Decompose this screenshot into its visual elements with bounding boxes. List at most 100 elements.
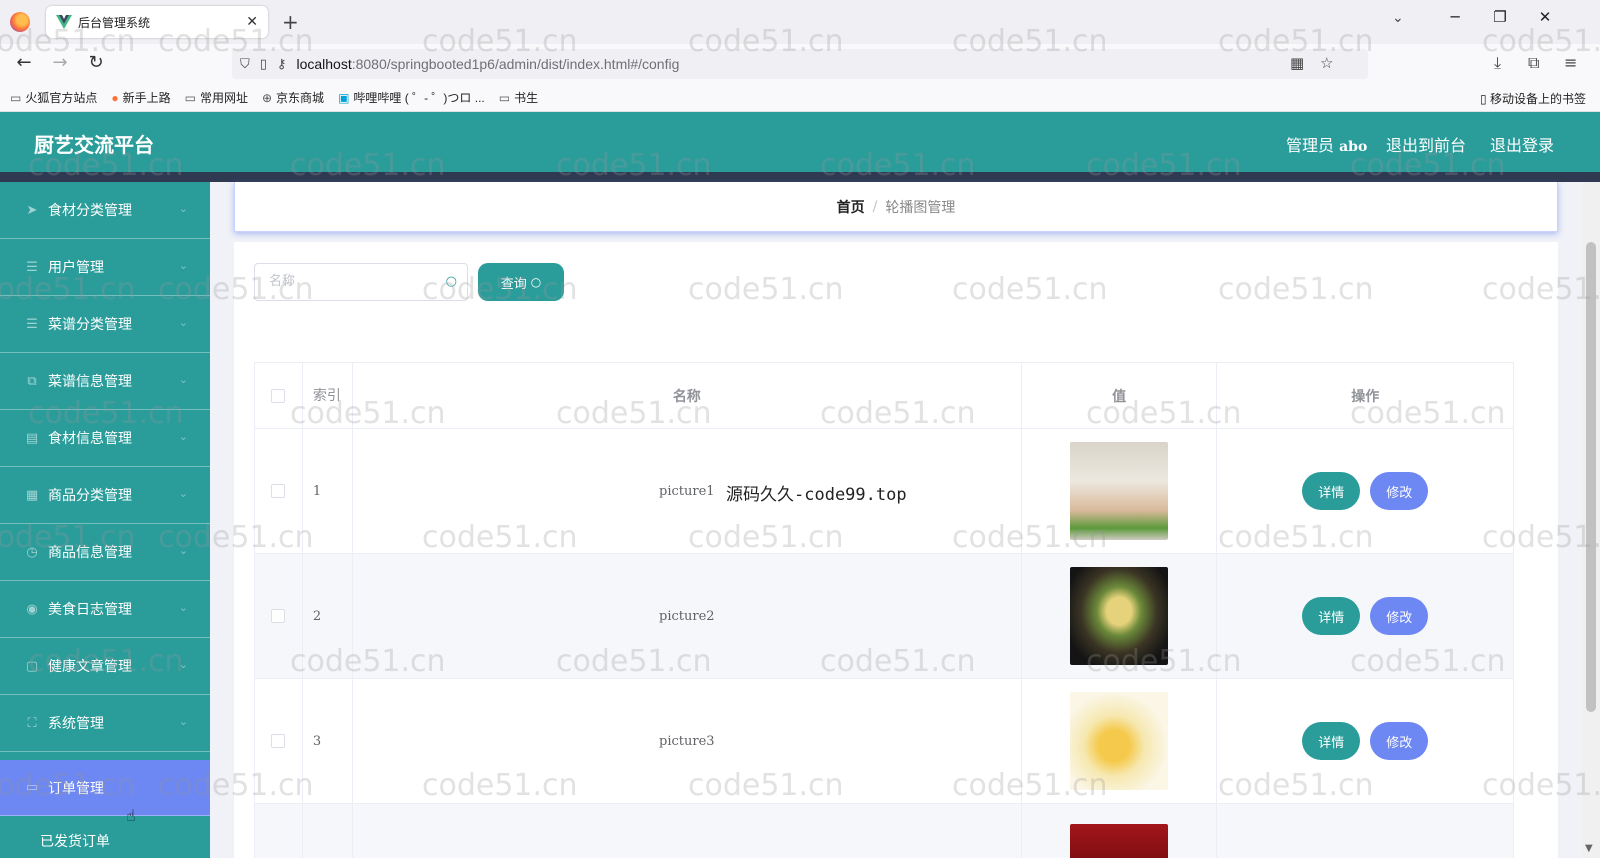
header-value: 值 [1022, 363, 1218, 428]
bookmark-item[interactable]: ▭ 书生 [499, 89, 538, 106]
close-window-icon[interactable]: ✕ [1530, 8, 1560, 26]
username: abo [1339, 139, 1368, 155]
bulb-icon: ◉ [26, 601, 38, 617]
forward-icon[interactable]: → [48, 52, 72, 73]
picture-thumbnail[interactable] [1070, 692, 1169, 790]
search-input[interactable]: 名称 ○ [254, 263, 468, 301]
sidebar-item-orders[interactable]: ▭ 订单管理 [0, 760, 210, 816]
main-content: 首页 / 轮播图管理 名称 ○ 查询 ○ 索引 名称 值 操作 1 pictur… [210, 182, 1582, 858]
detail-button[interactable]: 详情 [1302, 597, 1361, 635]
row-name: picture3 [353, 679, 1022, 803]
edit-button[interactable]: 修改 [1370, 722, 1429, 760]
bookmark-item[interactable]: ▭ 火狐官方站点 [10, 89, 97, 106]
clock-icon: ◷ [26, 544, 38, 560]
browser-nav-bar: ← → ↻ ⛉ ▯ ⚷ localhost :8080/springbooted… [0, 44, 1600, 84]
row-index: 2 [303, 554, 353, 678]
search-button[interactable]: 查询 ○ [478, 263, 564, 301]
firefox-icon: ● [111, 90, 119, 105]
sidebar-item-ingredient-info[interactable]: ▤ 食材信息管理 ⌄ [0, 410, 210, 467]
bookmark-item[interactable]: ▣ 哔哩哔哩 ( ゜- ゜)つロ ... [338, 89, 485, 106]
chevron-down-icon: ⌄ [178, 373, 188, 386]
row-checkbox[interactable] [271, 484, 286, 498]
select-all-checkbox[interactable] [271, 388, 286, 403]
extensions-icon[interactable]: ⧉ [1528, 53, 1539, 73]
sidebar: ➤ 食材分类管理 ⌄ ☰ 用户管理 ⌄ ☰ 菜谱分类管理 ⌄ ⧉ 菜谱信息管理 … [0, 182, 210, 858]
qr-code-icon[interactable]: ▦ [1290, 54, 1304, 72]
restore-icon[interactable]: ❐ [1485, 8, 1515, 26]
edit-button[interactable]: 修改 [1370, 472, 1429, 510]
chevron-down-icon: ⌄ [178, 487, 188, 500]
bookmark-item[interactable]: ▭ 常用网址 [185, 89, 248, 106]
tab-title: 后台管理系统 [78, 15, 151, 30]
chevron-down-icon: ⌄ [178, 316, 188, 329]
edit-button[interactable]: 修改 [1370, 597, 1429, 635]
breadcrumb-home[interactable]: 首页 [837, 197, 865, 217]
header-index: 索引 [303, 363, 353, 428]
folder-icon: ▭ [498, 90, 511, 105]
sidebar-subitem-shipped-orders[interactable]: 已发货订单 [0, 816, 210, 858]
app-header: 厨艺交流平台 管理员 abo 退出到前台 退出登录 [0, 112, 1600, 172]
firefox-icon[interactable] [10, 12, 30, 32]
download-icon[interactable]: ⤓ [1494, 53, 1501, 73]
app-brand: 厨艺交流平台 [34, 133, 154, 157]
list-icon: ☰ [26, 316, 38, 332]
chevron-down-icon: ⌄ [178, 544, 188, 557]
minimize-icon[interactable]: ─ [1440, 8, 1470, 26]
globe-icon: ⊕ [261, 90, 273, 105]
chevron-down-icon: ⌄ [178, 259, 188, 272]
key-icon[interactable]: ⚷ [277, 57, 287, 72]
row-checkbox[interactable] [271, 734, 286, 748]
mobile-bookmarks[interactable]: ▯ 移动设备上的书签 [1480, 90, 1586, 107]
bookmark-item[interactable]: ● 新手上路 [111, 89, 170, 106]
table-row: 2 picture2 详情 修改 [255, 554, 1513, 679]
url-host: localhost [296, 56, 352, 72]
header-ops: 操作 [1351, 388, 1380, 405]
page-scrollbar[interactable]: ▼ [1582, 182, 1600, 858]
sidebar-item-health-articles[interactable]: ▢ 健康文章管理 ⌄ [0, 638, 210, 695]
back-to-front-link[interactable]: 退出到前台 [1386, 132, 1466, 156]
sidebar-item-product-info[interactable]: ◷ 商品信息管理 ⌄ [0, 524, 210, 581]
sidebar-item-ingredient-category[interactable]: ➤ 食材分类管理 ⌄ [0, 182, 210, 239]
detail-button[interactable]: 详情 [1302, 722, 1361, 760]
chevron-down-icon: ⌄ [178, 658, 188, 671]
shield-icon[interactable]: ⛉ [240, 57, 250, 72]
url-bar[interactable]: ⛉ ▯ ⚷ localhost :8080/springbooted1p6/ad… [232, 49, 1368, 79]
search-placeholder: 名称 [269, 274, 296, 289]
scrollbar-thumb[interactable] [1586, 242, 1596, 712]
detail-button[interactable]: 详情 [1302, 472, 1361, 510]
logout-link[interactable]: 退出登录 [1490, 132, 1554, 156]
table-row-partial [255, 804, 1513, 858]
row-name: picture1 [353, 429, 1022, 553]
admin-user-label: 管理员 abo [1286, 136, 1368, 155]
back-icon[interactable]: ← [12, 52, 36, 73]
picture-thumbnail[interactable] [1070, 824, 1169, 858]
scroll-down-icon[interactable]: ▼ [1585, 843, 1593, 854]
new-tab-icon[interactable]: + [282, 10, 299, 34]
picture-thumbnail[interactable] [1070, 442, 1169, 540]
tab-list-chevron-icon[interactable]: ⌄ [1392, 10, 1404, 26]
reload-icon[interactable]: ↻ [84, 52, 108, 73]
star-icon[interactable]: ☆ [1320, 54, 1333, 72]
sidebar-item-food-log[interactable]: ◉ 美食日志管理 ⌄ [0, 581, 210, 638]
menu-icon[interactable]: ≡ [1564, 53, 1577, 72]
sidebar-item-system[interactable]: ⛶ 系统管理 ⌄ [0, 695, 210, 752]
folder-icon: ▭ [10, 90, 22, 105]
page-icon: ▯ [259, 56, 267, 72]
sidebar-item-recipe-info[interactable]: ⧉ 菜谱信息管理 ⌄ [0, 353, 210, 410]
tab-close-icon[interactable]: ✕ [246, 14, 258, 30]
content-card: 名称 ○ 查询 ○ 索引 名称 值 操作 1 picture1 详情 修改 2 … [234, 242, 1558, 858]
breadcrumb-current: 轮播图管理 [885, 199, 956, 216]
header-name: 名称 [353, 363, 1022, 428]
row-checkbox[interactable] [271, 609, 286, 623]
picture-thumbnail[interactable] [1070, 567, 1169, 665]
data-table: 索引 名称 值 操作 1 picture1 详情 修改 2 picture2 详… [254, 362, 1514, 858]
box-icon: ▦ [25, 487, 39, 503]
browser-tab[interactable]: 后台管理系统 ✕ [46, 6, 268, 38]
sidebar-item-product-category[interactable]: ▦ 商品分类管理 ⌄ [0, 467, 210, 524]
sidebar-item-recipe-category[interactable]: ☰ 菜谱分类管理 ⌄ [0, 296, 210, 353]
table-row: 3 picture3 详情 修改 [255, 679, 1513, 804]
sidebar-item-users[interactable]: ☰ 用户管理 ⌄ [0, 239, 210, 296]
folder-icon: ▭ [184, 90, 196, 105]
bookmark-item[interactable]: ⊕ 京东商城 [262, 89, 324, 106]
copy-icon: ⧉ [27, 373, 37, 389]
